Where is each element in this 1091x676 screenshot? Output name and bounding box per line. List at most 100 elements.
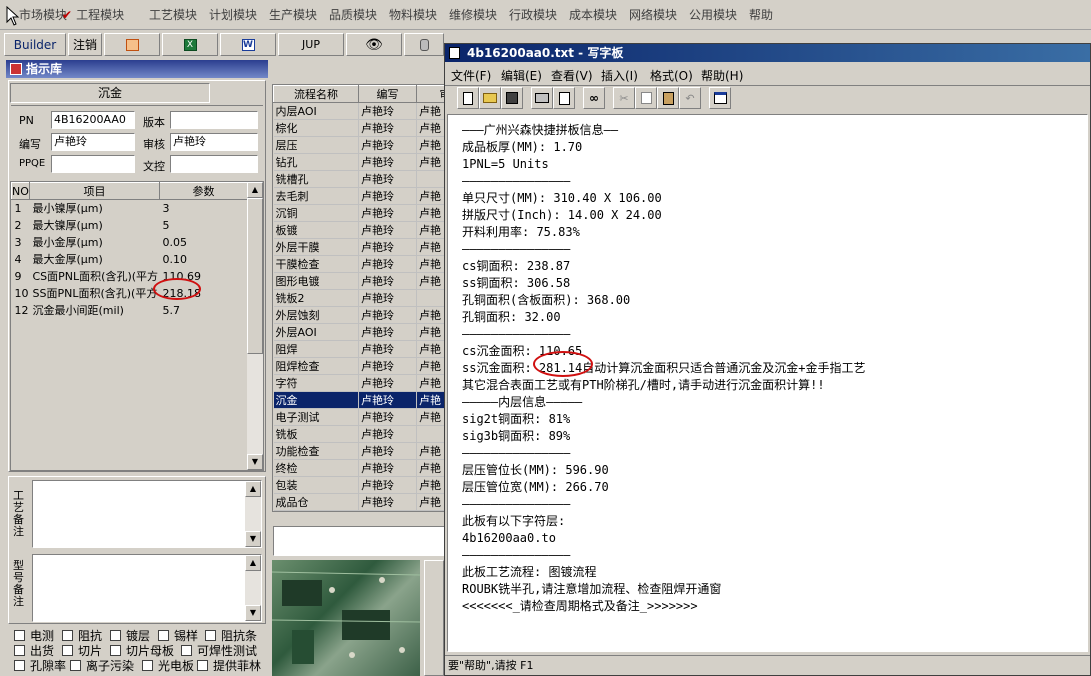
scroll-down-icon[interactable]: ▼ xyxy=(247,454,263,470)
craft-note-field[interactable]: ▲ ▼ xyxy=(32,480,262,548)
paste-button[interactable] xyxy=(657,87,679,109)
flow-row[interactable]: 阻焊检查 卢艳玲 卢艳 xyxy=(273,357,446,375)
ppqe-field[interactable] xyxy=(51,155,135,173)
flow-row[interactable]: 字符 卢艳玲 卢艳 xyxy=(273,374,446,392)
model-note-scrollbar[interactable]: ▲ ▼ xyxy=(245,555,261,621)
flow-row[interactable]: 功能检查 卢艳玲 卢艳 xyxy=(273,442,446,460)
menu-cost[interactable]: 成本模块 xyxy=(569,6,617,23)
menu-plan[interactable]: 计划模块 xyxy=(209,6,257,23)
cut-button[interactable]: ✂ xyxy=(613,87,635,109)
checkbox-provide-film[interactable]: 提供菲林 xyxy=(197,657,261,674)
print-button[interactable] xyxy=(531,87,553,109)
checkbox-photoelectric[interactable]: 光电板 xyxy=(142,657,194,674)
params-header-item[interactable]: 项目 xyxy=(29,182,160,200)
view-button[interactable]: 👁 xyxy=(346,33,402,56)
params-row[interactable]: 10 SS面PNL面积(含孔)(平方 218.18 xyxy=(12,285,248,302)
flow-row[interactable]: 终检 卢艳玲 卢艳 xyxy=(273,459,446,477)
scroll-down-icon[interactable]: ▼ xyxy=(245,531,261,547)
scroll-up-icon[interactable]: ▲ xyxy=(245,555,261,571)
flow-row[interactable]: 沉铜 卢艳玲 卢艳 xyxy=(273,204,446,222)
logout-button[interactable]: 注销 xyxy=(68,33,102,56)
pn-field[interactable]: 4B16200AA0 xyxy=(51,111,135,129)
params-row[interactable]: 2 最大镍厚(μm) 5 xyxy=(12,217,248,234)
undo-button[interactable]: ↶ xyxy=(679,87,701,109)
scroll-up-icon[interactable]: ▲ xyxy=(245,481,261,497)
menu-market[interactable]: 市场模块 xyxy=(19,6,67,23)
wp-menu-edit[interactable]: 编辑(E) xyxy=(501,67,542,84)
params-row[interactable]: 3 最小金厚(μm) 0.05 xyxy=(12,234,248,251)
flow-row[interactable]: 去毛刺 卢艳玲 卢艳 xyxy=(273,187,446,205)
scroll-thumb[interactable] xyxy=(247,198,263,354)
flow-row[interactable]: 外层干膜 卢艳玲 卢艳 xyxy=(273,238,446,256)
database-button[interactable] xyxy=(404,33,444,56)
excel-button[interactable]: X xyxy=(162,33,218,56)
scroll-down-icon[interactable]: ▼ xyxy=(245,605,261,621)
flow-header-review[interactable]: 审 xyxy=(416,85,446,103)
flow-row[interactable]: 图形电镀 卢艳玲 卢艳 xyxy=(273,272,446,290)
checkbox-ion-contamination[interactable]: 离子污染 xyxy=(70,657,134,674)
report-button[interactable] xyxy=(104,33,160,56)
jump-button[interactable]: JUP xyxy=(278,33,344,56)
flow-row[interactable]: 阻焊 卢艳玲 卢艳 xyxy=(273,340,446,358)
menu-quality[interactable]: 品质模块 xyxy=(329,6,377,23)
menu-admin[interactable]: 行政模块 xyxy=(509,6,557,23)
params-row[interactable]: 1 最小镍厚(μm) 3 xyxy=(12,200,248,217)
model-note-field[interactable]: ▲ ▼ xyxy=(32,554,262,622)
save-button[interactable] xyxy=(501,87,523,109)
new-button[interactable] xyxy=(457,87,479,109)
wp-menu-insert[interactable]: 插入(I) xyxy=(601,67,638,84)
flow-row[interactable]: 外层蚀刻 卢艳玲 卢艳 xyxy=(273,306,446,324)
flow-row[interactable]: 板镀 卢艳玲 卢艳 xyxy=(273,221,446,239)
checkbox-porosity[interactable]: 孔隙率 xyxy=(14,657,66,674)
reviewer-field[interactable]: 卢艳玲 xyxy=(170,133,258,151)
flow-note-field[interactable] xyxy=(273,526,447,556)
builder-button[interactable]: Builder xyxy=(4,33,66,56)
wordpad-document[interactable]: ———广州兴森快捷拼板信息—— 成品板厚(MM): 1.70 1PNL=5 Unit… xyxy=(447,114,1088,652)
menu-repair[interactable]: 维修模块 xyxy=(449,6,497,23)
flow-row[interactable]: 电子测试 卢艳玲 卢艳 xyxy=(273,408,446,426)
flow-row[interactable]: 层压 卢艳玲 卢艳 xyxy=(273,136,446,154)
params-row[interactable]: 9 CS面PNL面积(含孔)(平方 110.69 xyxy=(12,268,248,285)
menu-production[interactable]: 生产模块 xyxy=(269,6,317,23)
flow-row[interactable]: 成品仓 卢艳玲 卢艳 xyxy=(273,493,446,511)
datetime-button[interactable] xyxy=(709,87,731,109)
menu-common[interactable]: 公用模块 xyxy=(689,6,737,23)
word-button[interactable]: W xyxy=(220,33,276,56)
menu-help[interactable]: 帮助 xyxy=(749,6,773,23)
menu-craft[interactable]: 工艺模块 xyxy=(149,6,197,23)
wp-menu-format[interactable]: 格式(O) xyxy=(650,67,693,84)
params-header-no[interactable]: NO xyxy=(11,182,30,200)
flow-header-author[interactable]: 编写 xyxy=(358,85,417,103)
scroll-up-icon[interactable]: ▲ xyxy=(247,182,263,198)
copy-button[interactable] xyxy=(635,87,657,109)
params-row[interactable]: 4 最大金厚(μm) 0.10 xyxy=(12,251,248,268)
craft-note-scrollbar[interactable]: ▲ ▼ xyxy=(245,481,261,547)
params-scrollbar[interactable]: ▲ ▼ xyxy=(247,182,263,470)
flow-row[interactable]: 铣板 卢艳玲 xyxy=(273,425,446,443)
flow-row[interactable]: 沉金 卢艳玲 卢艳 xyxy=(273,391,446,409)
print-preview-button[interactable] xyxy=(553,87,575,109)
flow-row[interactable]: 干膜检查 卢艳玲 卢艳 xyxy=(273,255,446,273)
menu-engineering[interactable]: ✔ 工程模块 xyxy=(62,6,124,23)
wordpad-titlebar[interactable]: 4b16200aa0.txt - 写字板 xyxy=(445,44,1090,62)
menu-material[interactable]: 物料模块 xyxy=(389,6,437,23)
open-button[interactable] xyxy=(479,87,501,109)
wp-menu-help[interactable]: 帮助(H) xyxy=(701,67,743,84)
wp-menu-file[interactable]: 文件(F) xyxy=(451,67,491,84)
find-button[interactable]: ∞ xyxy=(583,87,605,109)
flow-row[interactable]: 铣槽孔 卢艳玲 xyxy=(273,170,446,188)
flow-row[interactable]: 外层AOI 卢艳玲 卢艳 xyxy=(273,323,446,341)
flow-row[interactable]: 钻孔 卢艳玲 卢艳 xyxy=(273,153,446,171)
flow-row[interactable]: 包装 卢艳玲 卢艳 xyxy=(273,476,446,494)
author-field[interactable]: 卢艳玲 xyxy=(51,133,135,151)
version-field[interactable] xyxy=(170,111,258,129)
menu-network[interactable]: 网络模块 xyxy=(629,6,677,23)
flow-row[interactable]: 内层AOI 卢艳玲 卢艳 xyxy=(273,102,446,120)
flow-row[interactable]: 棕化 卢艳玲 卢艳 xyxy=(273,119,446,137)
params-row[interactable]: 12 沉金最小间距(mil) 5.7 xyxy=(12,302,248,319)
wp-menu-view[interactable]: 查看(V) xyxy=(551,67,593,84)
flow-row[interactable]: 铣板2 卢艳玲 xyxy=(273,289,446,307)
control-field[interactable] xyxy=(170,155,258,173)
flow-header-name[interactable]: 流程名称 xyxy=(273,85,359,103)
params-header-value[interactable]: 参数 xyxy=(159,182,248,200)
